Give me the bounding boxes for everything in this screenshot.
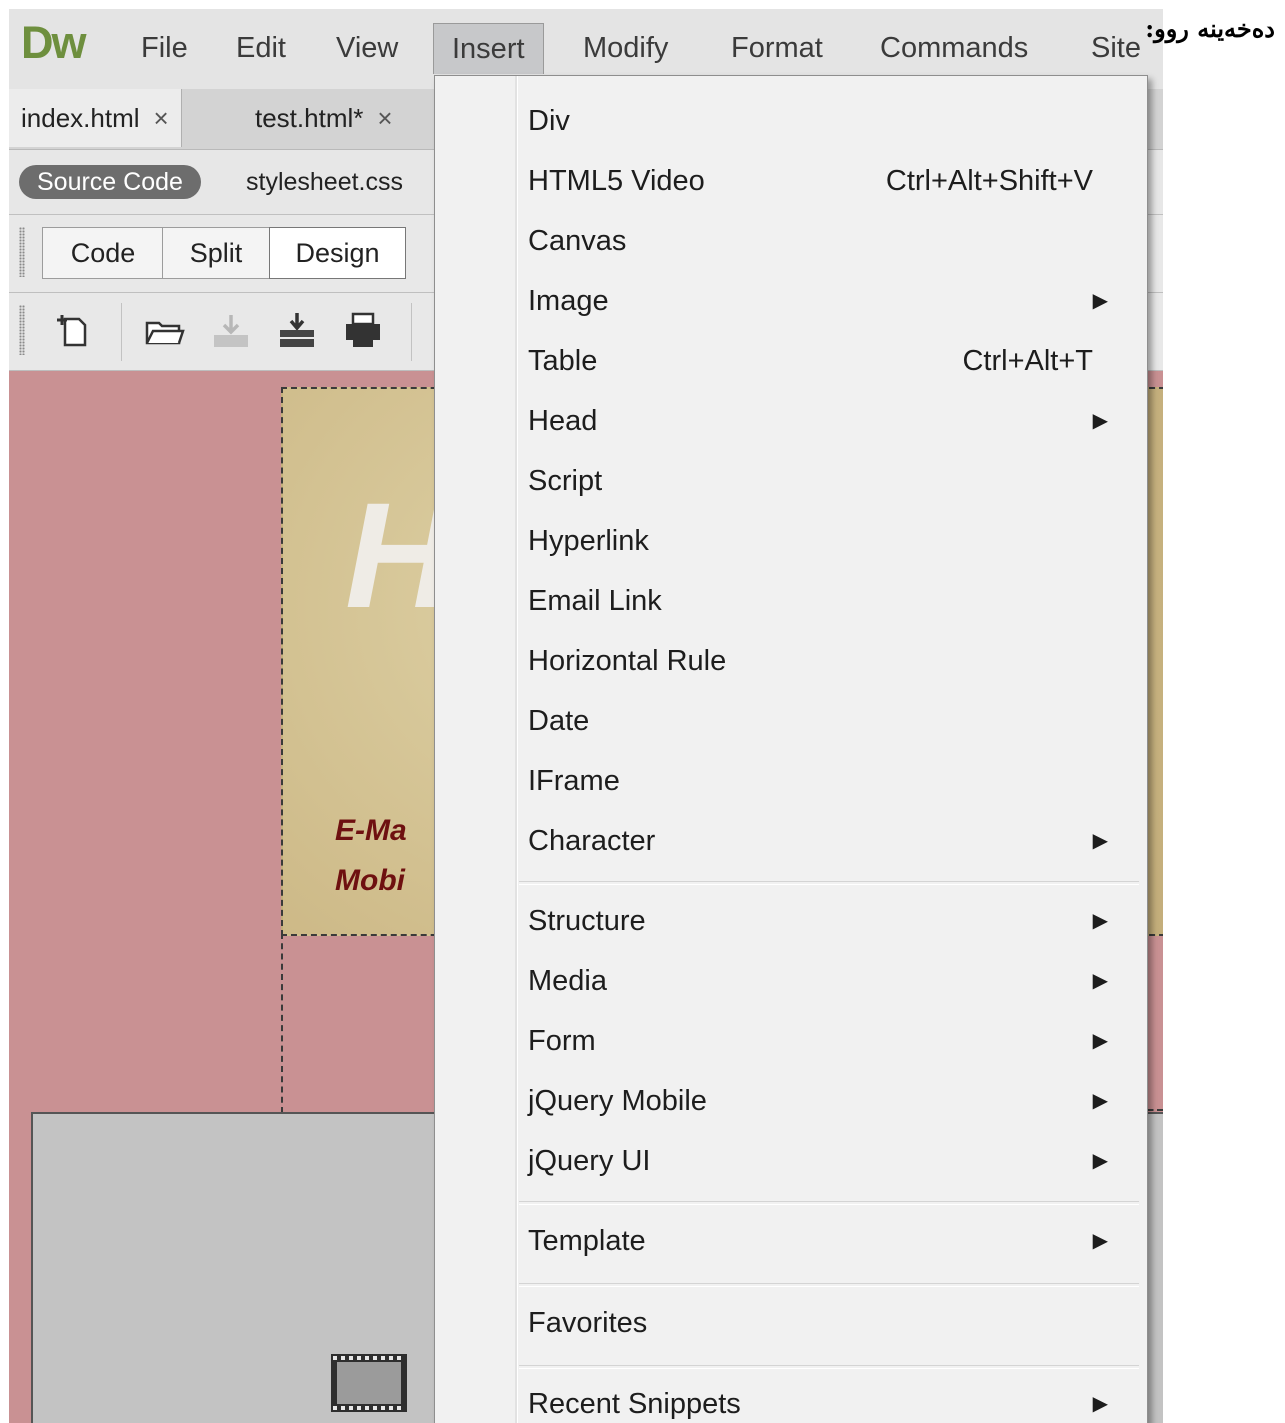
submenu-arrow-icon: ▶ <box>1092 290 1108 312</box>
menu-item-structure[interactable]: Structure ▶ <box>528 891 1128 951</box>
menu-item-jquery-mobile[interactable]: jQuery Mobile ▶ <box>528 1071 1128 1131</box>
submenu-arrow-icon: ▶ <box>1092 1150 1108 1172</box>
caption-text: دەخەینە روو: <box>1145 14 1275 43</box>
menu-item-html5-video[interactable]: HTML5 Video Ctrl+Alt+Shift+V <box>528 151 1128 211</box>
tab-index-html[interactable]: index.html × <box>9 89 182 147</box>
submenu-arrow-icon: ▶ <box>1092 410 1108 432</box>
toolbar-separator <box>121 303 122 361</box>
menu-commands[interactable]: Commands <box>876 23 1032 73</box>
code-view-button[interactable]: Code <box>42 227 164 279</box>
new-document-icon[interactable] <box>53 311 93 351</box>
menu-item-recent-snippets[interactable]: Recent Snippets ▶ <box>528 1374 1128 1423</box>
shortcut-label: Ctrl+Alt+Shift+V <box>885 165 1093 197</box>
menu-separator <box>519 1365 1139 1369</box>
submenu-arrow-icon: ▶ <box>1092 1230 1108 1252</box>
menu-icon-gutter <box>515 76 518 1423</box>
menu-item-hyperlink[interactable]: Hyperlink <box>528 511 1128 571</box>
print-icon[interactable] <box>343 311 383 351</box>
menu-item-script[interactable]: Script <box>528 451 1128 511</box>
save-down-icon[interactable] <box>211 311 251 351</box>
menu-item-div[interactable]: Div <box>528 91 1128 151</box>
source-code-button[interactable]: Source Code <box>19 165 201 199</box>
split-view-button[interactable]: Split <box>162 227 270 279</box>
menu-item-jquery-ui[interactable]: jQuery UI ▶ <box>528 1131 1128 1191</box>
menu-separator <box>519 881 1139 885</box>
submenu-arrow-icon: ▶ <box>1092 910 1108 932</box>
menu-item-template[interactable]: Template ▶ <box>528 1211 1128 1271</box>
menu-item-media[interactable]: Media ▶ <box>528 951 1128 1011</box>
menu-item-horizontal-rule[interactable]: Horizontal Rule <box>528 631 1128 691</box>
div-outline <box>281 933 283 1113</box>
submenu-arrow-icon: ▶ <box>1092 1090 1108 1112</box>
close-icon[interactable]: × <box>377 103 392 133</box>
menu-edit[interactable]: Edit <box>232 23 290 73</box>
menu-separator <box>519 1201 1139 1205</box>
menu-site[interactable]: Site <box>1087 23 1145 73</box>
open-folder-icon[interactable] <box>145 311 185 351</box>
menu-item-iframe[interactable]: IFrame <box>528 751 1128 811</box>
tab-test-html[interactable]: test.html* × <box>243 89 405 147</box>
close-icon[interactable]: × <box>154 103 169 133</box>
menu-item-date[interactable]: Date <box>528 691 1128 751</box>
submenu-arrow-icon: ▶ <box>1092 1030 1108 1052</box>
toolbar-grip[interactable] <box>19 305 25 355</box>
film-icon <box>331 1354 407 1412</box>
menu-item-character[interactable]: Character ▶ <box>528 811 1128 871</box>
menu-file[interactable]: File <box>137 23 192 73</box>
submenu-arrow-icon: ▶ <box>1092 970 1108 992</box>
menu-item-table[interactable]: Table Ctrl+Alt+T <box>528 331 1128 391</box>
menu-item-favorites[interactable]: Favorites <box>528 1293 1128 1353</box>
menu-item-head[interactable]: Head ▶ <box>528 391 1128 451</box>
shortcut-label: Ctrl+Alt+T <box>962 345 1093 377</box>
toolbar-grip[interactable] <box>19 227 25 277</box>
menu-item-form[interactable]: Form ▶ <box>528 1011 1128 1071</box>
menu-view[interactable]: View <box>332 23 402 73</box>
menu-modify[interactable]: Modify <box>579 23 672 73</box>
menu-item-canvas[interactable]: Canvas <box>528 211 1128 271</box>
email-text: E-Ma <box>335 814 407 847</box>
submenu-arrow-icon: ▶ <box>1092 1393 1108 1415</box>
menu-insert[interactable]: Insert <box>433 23 544 74</box>
save-all-icon[interactable] <box>277 311 317 351</box>
menu-item-email-link[interactable]: Email Link <box>528 571 1128 631</box>
toolbar-separator <box>411 303 412 361</box>
design-view-button[interactable]: Design <box>269 227 406 279</box>
mobile-text: Mobi <box>335 864 405 897</box>
related-file-stylesheet[interactable]: stylesheet.css <box>246 165 403 199</box>
dw-logo: Dw <box>21 17 86 68</box>
insert-menu-dropdown: Div HTML5 Video Ctrl+Alt+Shift+V Canvas I… <box>434 75 1148 1423</box>
menu-separator <box>519 1283 1139 1287</box>
menu-item-image[interactable]: Image ▶ <box>528 271 1128 331</box>
dreamweaver-window: Dw File Edit View Insert Modify Format C… <box>9 9 1163 1423</box>
tab-label: test.html* <box>255 103 364 133</box>
menu-format[interactable]: Format <box>727 23 827 73</box>
tab-label: index.html <box>21 103 140 133</box>
submenu-arrow-icon: ▶ <box>1092 830 1108 852</box>
